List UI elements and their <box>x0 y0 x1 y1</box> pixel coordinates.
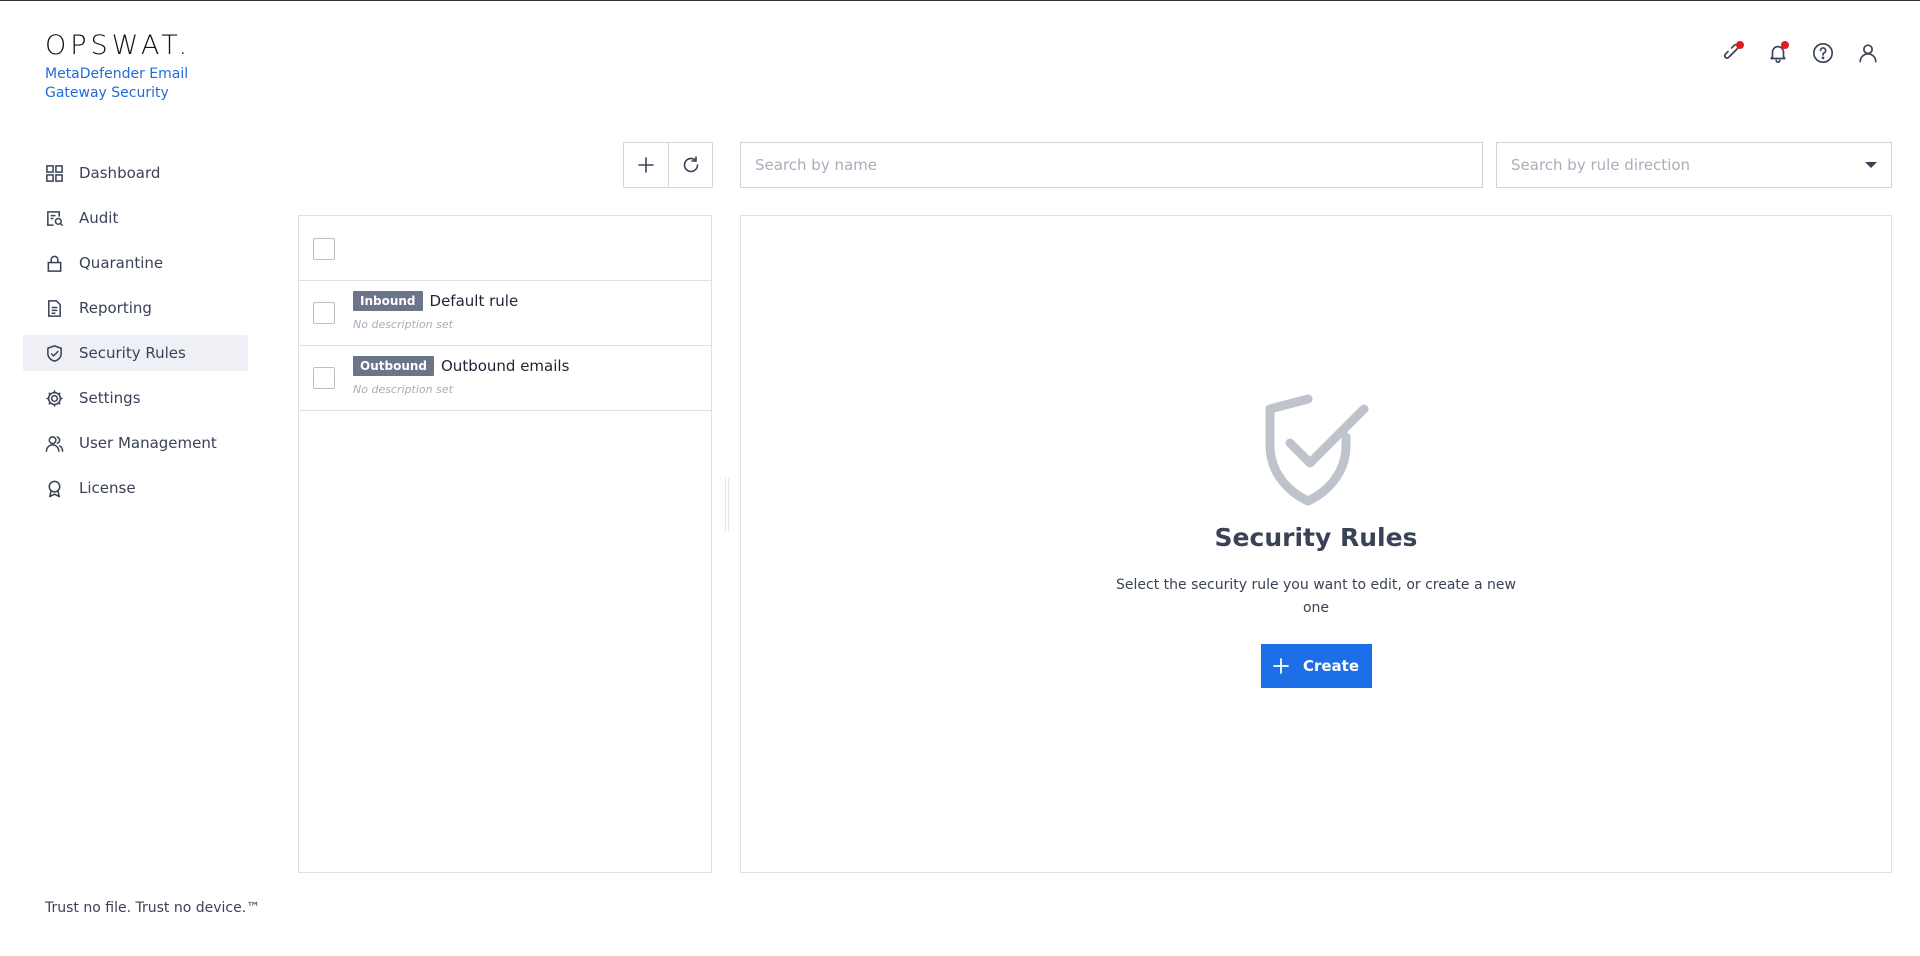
opswat-logo: OPSWAT. <box>45 30 192 61</box>
shield-check-icon <box>47 344 62 362</box>
rule-direction-placeholder: Search by rule direction <box>1511 156 1691 174</box>
refresh-button[interactable] <box>668 143 712 187</box>
rule-description: No description set <box>353 318 453 331</box>
sidebar-item-license[interactable]: License <box>23 470 248 506</box>
sidebar-nav: Dashboard Audit Quarantine Reporting Sec… <box>23 155 248 515</box>
sidebar-item-user-management[interactable]: User Management <box>23 425 248 461</box>
select-all-checkbox[interactable] <box>313 238 335 260</box>
sidebar-item-label: Reporting <box>79 299 152 317</box>
sidebar-item-label: Quarantine <box>79 254 164 272</box>
integration-icon[interactable] <box>1720 40 1745 65</box>
rule-checkbox[interactable] <box>313 367 335 389</box>
sidebar-item-audit[interactable]: Audit <box>23 200 248 236</box>
create-button-label: Create <box>1302 657 1360 675</box>
users-icon <box>45 435 64 452</box>
direction-badge: Inbound <box>353 291 423 311</box>
rule-name: Outbound emails <box>441 357 570 375</box>
rule-checkbox[interactable] <box>313 302 335 324</box>
panel-resize-handle[interactable] <box>725 478 729 532</box>
shield-check-icon <box>1265 394 1369 506</box>
sidebar-item-dashboard[interactable]: Dashboard <box>23 155 248 191</box>
bell-icon[interactable] <box>1765 40 1790 65</box>
notification-dot <box>1781 41 1789 49</box>
sidebar-item-security-rules[interactable]: Security Rules <box>23 335 248 371</box>
search-by-name-input[interactable] <box>740 142 1483 188</box>
sidebar-item-label: Dashboard <box>79 164 161 182</box>
rule-name: Default rule <box>429 292 519 310</box>
rule-detail-panel: Security Rules Select the security rule … <box>740 215 1892 873</box>
header-actions <box>1720 40 1880 65</box>
rule-list-header <box>299 216 711 281</box>
brand[interactable]: OPSWAT. MetaDefender Email Gateway Secur… <box>45 30 195 103</box>
sidebar-item-label: Audit <box>79 209 119 227</box>
document-icon <box>48 299 61 317</box>
rule-row[interactable]: Outbound Outbound emails No description … <box>299 346 711 411</box>
create-rule-button[interactable]: Create <box>1260 644 1372 688</box>
footer-tagline: Trust no file. Trust no device.™ <box>45 900 261 916</box>
plus-icon <box>638 157 654 173</box>
audit-icon <box>47 210 64 226</box>
direction-badge: Outbound <box>353 356 434 376</box>
add-rule-button[interactable] <box>624 143 668 187</box>
award-icon <box>48 480 61 497</box>
plus-icon <box>1273 658 1289 674</box>
sidebar-item-label: Security Rules <box>79 344 186 362</box>
gear-icon <box>46 389 63 407</box>
dashboard-icon <box>46 164 63 182</box>
sidebar-item-label: License <box>79 479 136 497</box>
notification-dot <box>1736 41 1744 49</box>
lock-icon <box>47 255 62 272</box>
rule-direction-select[interactable]: Search by rule direction <box>1496 142 1892 188</box>
caret-down-icon <box>1865 162 1877 168</box>
rule-list: Inbound Default rule No description set … <box>298 215 712 873</box>
sidebar-item-settings[interactable]: Settings <box>23 380 248 416</box>
empty-state-text: Select the security rule you want to edi… <box>1116 577 1516 616</box>
help-icon[interactable] <box>1810 40 1835 65</box>
rule-description: No description set <box>353 383 453 396</box>
rule-toolbar <box>623 142 713 188</box>
sidebar-item-reporting[interactable]: Reporting <box>23 290 248 326</box>
empty-state-title: Security Rules <box>1214 523 1418 552</box>
sidebar-item-label: Settings <box>79 389 141 407</box>
sidebar-item-label: User Management <box>79 434 217 452</box>
window-top-border <box>0 0 1920 1</box>
product-name: MetaDefender Email Gateway Security <box>45 66 189 101</box>
sidebar-item-quarantine[interactable]: Quarantine <box>23 245 248 281</box>
empty-state: Security Rules Select the security rule … <box>741 391 1891 688</box>
rule-row[interactable]: Inbound Default rule No description set <box>299 281 711 346</box>
refresh-icon <box>683 156 698 173</box>
user-icon[interactable] <box>1855 40 1880 65</box>
